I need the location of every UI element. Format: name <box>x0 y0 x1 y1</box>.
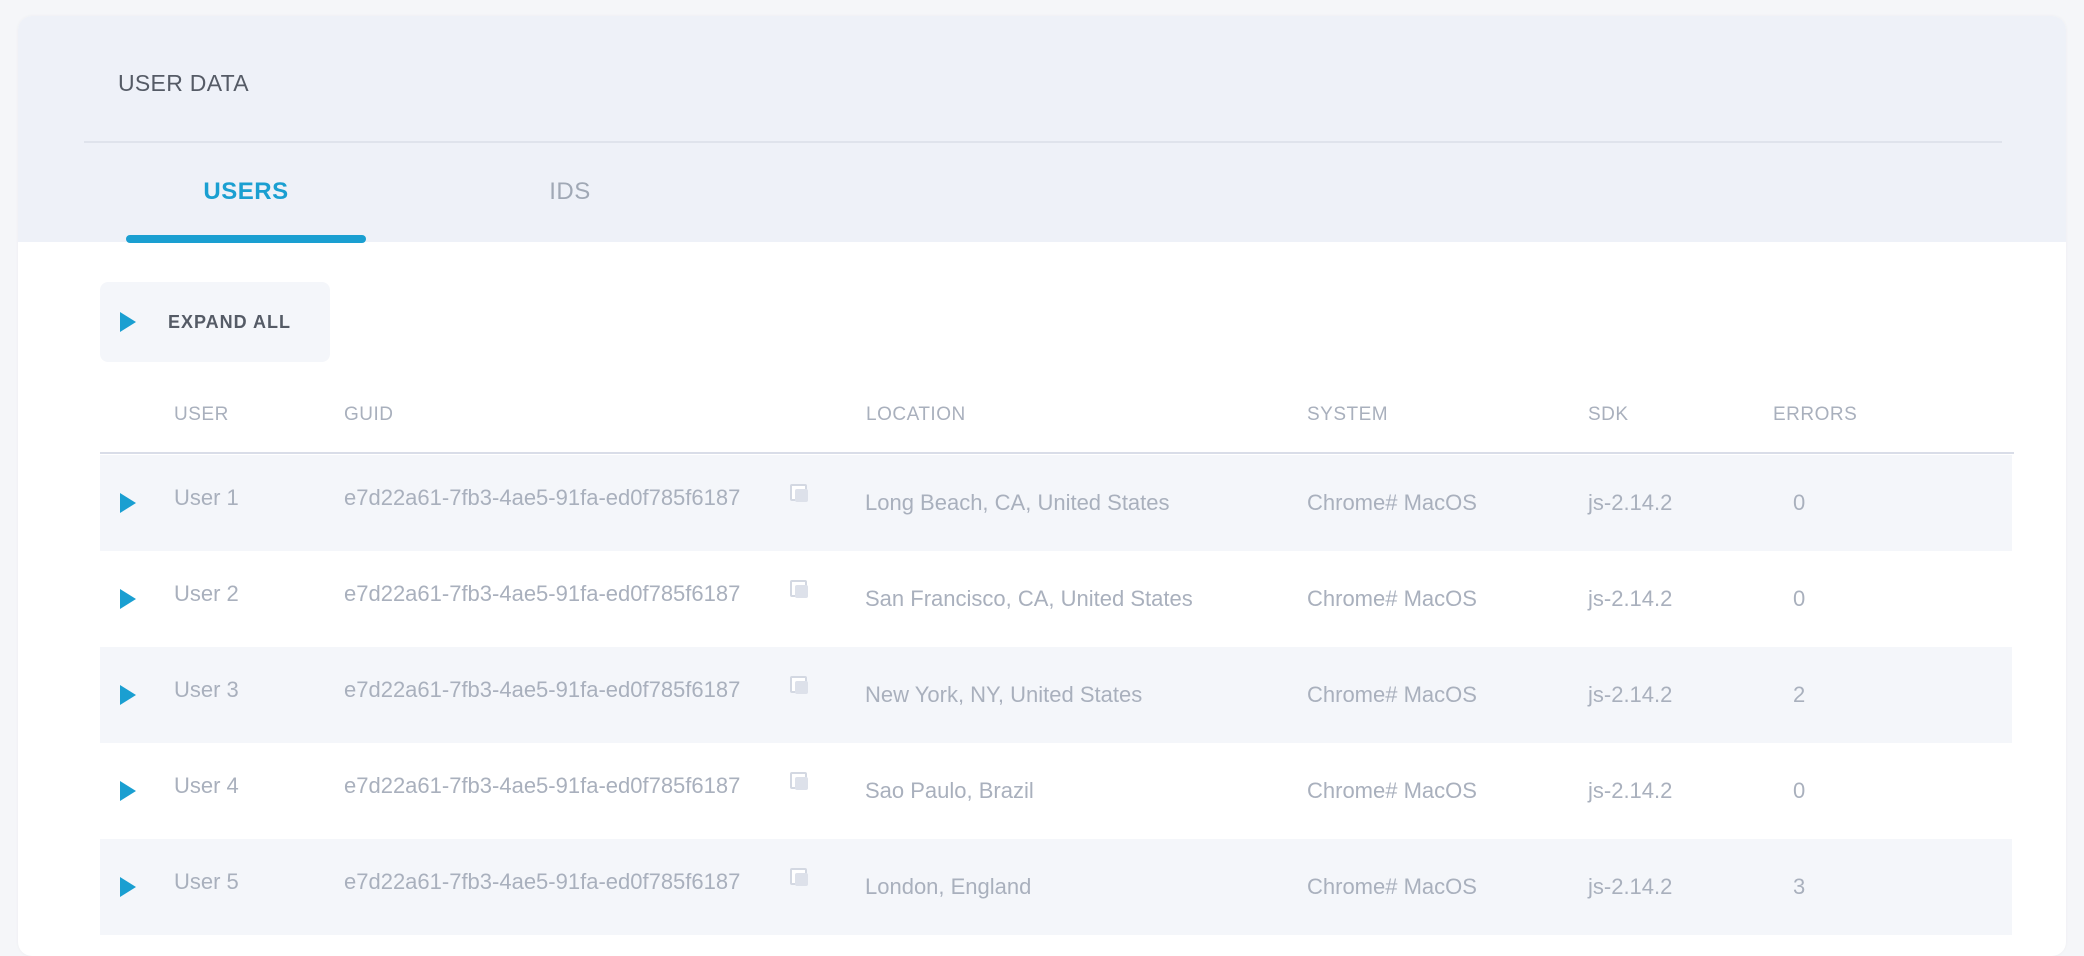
expand-row-icon[interactable] <box>120 685 136 705</box>
column-header-user: USER <box>174 404 229 425</box>
sdk-cell: js-2.14.2 <box>1588 586 1673 611</box>
table-row[interactable]: User 2 e7d22a61-7fb3-4ae5-91fa-ed0f785f6… <box>100 551 2012 647</box>
panel-header: USER DATA USERS IDS <box>18 16 2066 243</box>
user-cell: User 4 <box>174 773 239 798</box>
column-header-errors: ERRORS <box>1773 404 1858 425</box>
table-row[interactable]: User 3 e7d22a61-7fb3-4ae5-91fa-ed0f785f6… <box>100 647 2012 743</box>
copy-icon[interactable] <box>790 868 808 886</box>
copy-icon[interactable] <box>790 676 808 694</box>
user-cell: User 2 <box>174 581 239 606</box>
tab-ids[interactable]: IDS <box>470 178 670 243</box>
column-header-system: SYSTEM <box>1307 404 1389 425</box>
column-header-location: LOCATION <box>866 404 966 425</box>
errors-cell: 2 <box>1793 682 1806 707</box>
column-header-sdk: SDK <box>1588 404 1629 425</box>
user-cell: User 3 <box>174 677 239 702</box>
tab-users[interactable]: USERS <box>126 178 366 243</box>
copy-icon[interactable] <box>790 484 808 502</box>
expand-row-icon[interactable] <box>120 877 136 897</box>
location-cell: Sao Paulo, Brazil <box>865 778 1034 803</box>
system-cell: Chrome# MacOS <box>1307 586 1477 611</box>
panel-title: USER DATA <box>118 70 249 96</box>
system-cell: Chrome# MacOS <box>1307 490 1477 515</box>
expand-row-icon[interactable] <box>120 781 136 801</box>
guid-cell: e7d22a61-7fb3-4ae5-91fa-ed0f785f6187 <box>344 869 741 894</box>
user-cell: User 5 <box>174 869 239 894</box>
system-cell: Chrome# MacOS <box>1307 778 1477 803</box>
copy-icon[interactable] <box>790 772 808 790</box>
expand-row-icon[interactable] <box>120 493 136 513</box>
guid-cell: e7d22a61-7fb3-4ae5-91fa-ed0f785f6187 <box>344 773 741 798</box>
sdk-cell: js-2.14.2 <box>1588 874 1673 899</box>
header-divider <box>84 141 2002 143</box>
user-cell: User 1 <box>174 485 239 510</box>
table-row[interactable]: User 1 e7d22a61-7fb3-4ae5-91fa-ed0f785f6… <box>100 455 2012 551</box>
guid-cell: e7d22a61-7fb3-4ae5-91fa-ed0f785f6187 <box>344 677 741 702</box>
system-cell: Chrome# MacOS <box>1307 682 1477 707</box>
sdk-cell: js-2.14.2 <box>1588 682 1673 707</box>
errors-cell: 3 <box>1793 874 1806 899</box>
errors-cell: 0 <box>1793 778 1806 803</box>
user-data-panel: USER DATA USERS IDS EXPAND ALL USER GUID… <box>18 16 2066 956</box>
table-row[interactable]: User 5 e7d22a61-7fb3-4ae5-91fa-ed0f785f6… <box>100 839 2012 935</box>
errors-cell: 0 <box>1793 490 1806 515</box>
column-header-guid: GUID <box>344 404 394 425</box>
table-header-divider <box>100 452 2014 454</box>
expand-all-button[interactable]: EXPAND ALL <box>100 282 330 362</box>
sdk-cell: js-2.14.2 <box>1588 778 1673 803</box>
system-cell: Chrome# MacOS <box>1307 874 1477 899</box>
copy-icon[interactable] <box>790 580 808 598</box>
errors-cell: 0 <box>1793 586 1806 611</box>
table-row[interactable]: User 4 e7d22a61-7fb3-4ae5-91fa-ed0f785f6… <box>100 743 2012 839</box>
guid-cell: e7d22a61-7fb3-4ae5-91fa-ed0f785f6187 <box>344 485 741 510</box>
location-cell: San Francisco, CA, United States <box>865 586 1193 611</box>
sdk-cell: js-2.14.2 <box>1588 490 1673 515</box>
expand-all-label: EXPAND ALL <box>168 312 292 332</box>
guid-cell: e7d22a61-7fb3-4ae5-91fa-ed0f785f6187 <box>344 581 741 606</box>
location-cell: London, England <box>865 874 1032 899</box>
location-cell: New York, NY, United States <box>865 682 1143 707</box>
expand-row-icon[interactable] <box>120 589 136 609</box>
location-cell: Long Beach, CA, United States <box>865 490 1170 515</box>
play-icon <box>120 312 136 332</box>
